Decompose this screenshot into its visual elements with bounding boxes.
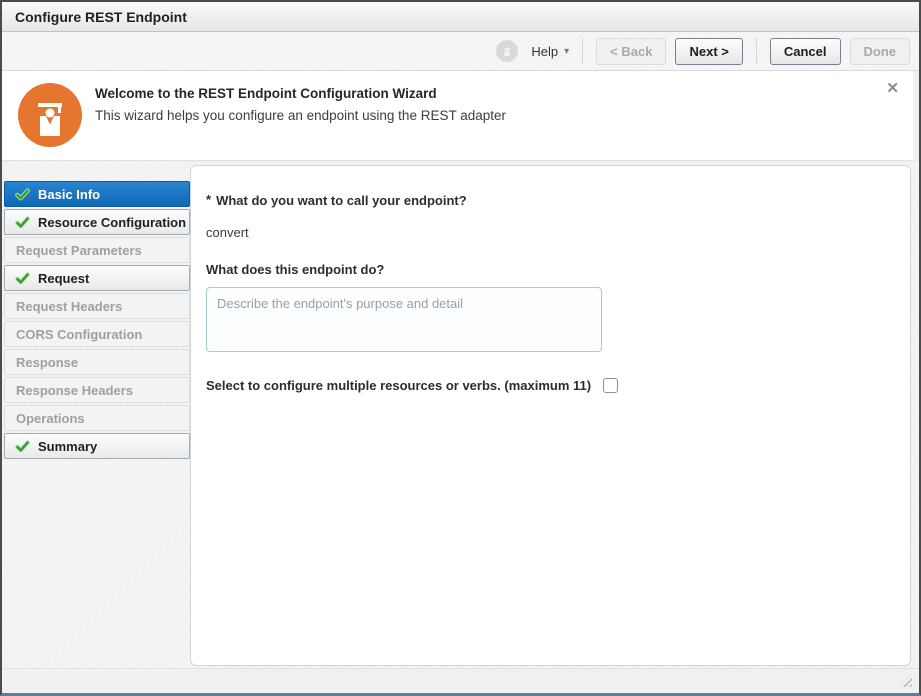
next-button[interactable]: Next > (675, 38, 742, 65)
rest-adapter-icon (18, 83, 82, 152)
endpoint-name-label-row: * What do you want to call your endpoint? (206, 192, 890, 210)
step-label: Request Headers (16, 299, 122, 314)
multiple-resources-row: Select to configure multiple resources o… (206, 378, 890, 393)
endpoint-description-input[interactable] (206, 287, 602, 352)
sidebar-step-basic-info[interactable]: Basic Info (4, 181, 190, 207)
step-label: Request Parameters (16, 243, 142, 258)
step-complete-check-icon (15, 215, 30, 230)
resize-grip-icon[interactable] (899, 674, 912, 687)
configure-rest-endpoint-dialog: Configure REST Endpoint Help ▾ < Back Ne… (0, 0, 921, 696)
sidebar-step-operations: Operations (4, 405, 190, 431)
step-label: Response Headers (16, 383, 133, 398)
welcome-subtitle: This wizard helps you configure an endpo… (95, 108, 506, 123)
step-complete-check-icon (15, 439, 30, 454)
step-label: Operations (16, 411, 85, 426)
wizard-body: Basic Info Resource Configuration Request … (2, 162, 919, 668)
help-caret-icon: ▾ (564, 46, 569, 57)
basic-info-panel: * What do you want to call your endpoint?… (190, 165, 911, 666)
dialog-title: Configure REST Endpoint (15, 9, 187, 25)
toolbar-separator (756, 38, 757, 64)
step-label: Request (38, 271, 89, 286)
sidebar-step-request[interactable]: Request (4, 265, 190, 291)
back-button: < Back (596, 38, 666, 65)
step-label: Summary (38, 439, 97, 454)
sidebar-step-response-headers: Response Headers (4, 377, 190, 403)
step-complete-check-icon (15, 187, 30, 202)
step-label: Basic Info (38, 187, 100, 202)
sidebar-step-cors-configuration: CORS Configuration (4, 321, 190, 347)
rest-adapter-avatar-icon (496, 40, 518, 62)
step-label: CORS Configuration (16, 327, 142, 342)
sidebar-step-resource-configuration[interactable]: Resource Configuration (4, 209, 190, 235)
help-label: Help (531, 44, 558, 59)
sidebar-step-request-headers: Request Headers (4, 293, 190, 319)
endpoint-name-label: What do you want to call your endpoint? (216, 193, 467, 208)
sidebar-step-response: Response (4, 349, 190, 375)
welcome-banner: Welcome to the REST Endpoint Configurati… (2, 71, 913, 161)
rest-adapter-glyph-icon (499, 43, 515, 59)
step-complete-check-icon (15, 271, 30, 286)
welcome-heading: Welcome to the REST Endpoint Configurati… (95, 86, 506, 101)
required-asterisk: * (206, 192, 211, 207)
sidebar-step-request-parameters: Request Parameters (4, 237, 190, 263)
toolbar-separator (582, 38, 583, 64)
multiple-resources-label: Select to configure multiple resources o… (206, 378, 591, 393)
endpoint-name-value: convert (206, 225, 890, 240)
done-button: Done (850, 38, 911, 65)
step-label: Response (16, 355, 78, 370)
step-label: Resource Configuration (38, 215, 186, 230)
dialog-footer (2, 668, 919, 693)
dialog-titlebar: Configure REST Endpoint (2, 2, 919, 32)
close-welcome-icon[interactable]: ✕ (886, 81, 899, 96)
wizard-toolbar: Help ▾ < Back Next > Cancel Done (2, 32, 919, 71)
sidebar-step-summary[interactable]: Summary (4, 433, 190, 459)
endpoint-description-label: What does this endpoint do? (206, 262, 890, 277)
help-menu[interactable]: Help ▾ (531, 44, 569, 59)
cancel-button[interactable]: Cancel (770, 38, 841, 65)
multiple-resources-checkbox[interactable] (603, 378, 618, 393)
wizard-steps: Basic Info Resource Configuration Request … (4, 181, 190, 461)
